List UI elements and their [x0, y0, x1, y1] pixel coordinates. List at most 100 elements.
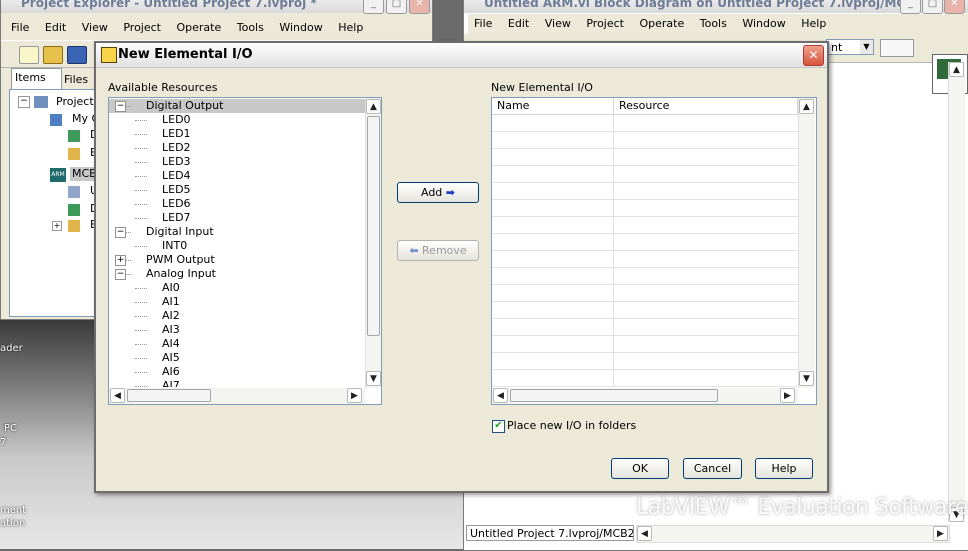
- menu-window[interactable]: Window: [279, 21, 322, 34]
- tree-item[interactable]: LED1: [109, 127, 365, 141]
- collapse-icon[interactable]: −: [115, 269, 126, 280]
- tree-item[interactable]: AI6: [109, 365, 365, 379]
- table-row[interactable]: [492, 353, 798, 370]
- minimize-button[interactable]: _: [900, 0, 921, 14]
- table-row[interactable]: [492, 115, 798, 132]
- remove-button[interactable]: ⬅ Remove: [397, 240, 479, 261]
- scroll-down-icon[interactable]: ▼: [366, 371, 381, 386]
- save-all-icon[interactable]: [67, 46, 87, 64]
- scroll-up-icon[interactable]: ▲: [949, 62, 964, 77]
- tree-item[interactable]: LED0: [109, 113, 365, 127]
- table-cell[interactable]: [492, 115, 614, 131]
- collapse-icon[interactable]: −: [18, 96, 30, 108]
- maximize-button[interactable]: □: [922, 0, 943, 14]
- tree-item[interactable]: LED4: [109, 169, 365, 183]
- table-cell[interactable]: [492, 234, 614, 250]
- table-row[interactable]: [492, 251, 798, 268]
- table-row[interactable]: [492, 149, 798, 166]
- table-row[interactable]: [492, 336, 798, 353]
- minimize-button[interactable]: _: [363, 0, 384, 14]
- tree-category[interactable]: − Digital Input: [109, 225, 365, 239]
- dialog-titlebar[interactable]: New Elemental I/O ✕: [96, 43, 827, 68]
- horizontal-scrollbar[interactable]: ◀ ▶: [492, 388, 798, 404]
- table-row[interactable]: [492, 183, 798, 200]
- tree-category[interactable]: − Digital Output: [109, 99, 365, 113]
- scroll-left-icon[interactable]: ◀: [110, 388, 125, 403]
- close-button[interactable]: ✕: [409, 0, 430, 14]
- table-cell[interactable]: [492, 217, 614, 233]
- tree-item[interactable]: LED3: [109, 155, 365, 169]
- scroll-right-icon[interactable]: ▶: [347, 388, 362, 403]
- place-in-folders-label[interactable]: Place new I/O in folders: [507, 419, 636, 432]
- scroll-down-icon[interactable]: ▼: [799, 371, 814, 386]
- menu-file[interactable]: File: [11, 21, 29, 34]
- table-cell[interactable]: [492, 132, 614, 148]
- align-dropdown[interactable]: [880, 39, 914, 57]
- tab-items[interactable]: Items: [11, 68, 62, 89]
- vertical-scrollbar[interactable]: ▲ ▼: [365, 98, 381, 388]
- table-row[interactable]: [492, 319, 798, 336]
- table-row[interactable]: [492, 166, 798, 183]
- table-row[interactable]: [492, 217, 798, 234]
- tree-item[interactable]: Project:: [56, 95, 97, 109]
- horizontal-scrollbar[interactable]: ◀ ▶: [636, 525, 950, 543]
- table-cell[interactable]: [492, 166, 614, 182]
- table-cell[interactable]: [492, 268, 614, 284]
- scroll-up-icon[interactable]: ▲: [366, 99, 381, 114]
- table-row[interactable]: [492, 302, 798, 319]
- tree-category[interactable]: + PWM Output: [109, 253, 365, 267]
- tree-item[interactable]: AI2: [109, 309, 365, 323]
- table-row[interactable]: [492, 234, 798, 251]
- table-cell[interactable]: [492, 251, 614, 267]
- table-row[interactable]: [492, 132, 798, 149]
- tree-item[interactable]: LED2: [109, 141, 365, 155]
- menu-operate[interactable]: Operate: [639, 17, 684, 30]
- tree-category[interactable]: − Analog Input: [109, 267, 365, 281]
- table-cell[interactable]: [492, 149, 614, 165]
- table-row[interactable]: [492, 370, 798, 387]
- menu-window[interactable]: Window: [742, 17, 785, 30]
- collapse-icon[interactable]: −: [115, 227, 126, 238]
- menu-project[interactable]: Project: [586, 17, 624, 30]
- chevron-down-icon[interactable]: ▼: [860, 40, 873, 54]
- table-row[interactable]: [492, 285, 798, 302]
- tree-item[interactable]: INT0: [109, 239, 365, 253]
- tree-item[interactable]: AI5: [109, 351, 365, 365]
- menu-edit[interactable]: Edit: [508, 17, 529, 30]
- menu-view[interactable]: View: [545, 17, 571, 30]
- menu-tools[interactable]: Tools: [237, 21, 264, 34]
- table-cell[interactable]: [492, 302, 614, 318]
- open-folder-icon[interactable]: [43, 46, 63, 64]
- column-header-resource[interactable]: Resource: [614, 98, 798, 114]
- vertical-scrollbar[interactable]: ▲ ▼: [948, 62, 965, 522]
- table-cell[interactable]: [492, 285, 614, 301]
- available-resources-tree[interactable]: − Digital Output LED0 LED1 LED2 LED3 LED4 LED5 L…: [108, 97, 382, 405]
- table-cell[interactable]: [492, 336, 614, 352]
- tree-item[interactable]: AI0: [109, 281, 365, 295]
- tree-item[interactable]: LED6: [109, 197, 365, 211]
- table-cell[interactable]: [492, 353, 614, 369]
- tree-item[interactable]: LED7: [109, 211, 365, 225]
- scroll-right-icon[interactable]: ▶: [933, 526, 948, 541]
- menu-help[interactable]: Help: [338, 21, 363, 34]
- collapse-icon[interactable]: −: [115, 101, 126, 112]
- menu-operate[interactable]: Operate: [176, 21, 221, 34]
- scroll-thumb[interactable]: [510, 389, 718, 402]
- table-row[interactable]: [492, 200, 798, 217]
- cancel-button[interactable]: Cancel: [683, 458, 742, 479]
- vertical-scrollbar[interactable]: ▲ ▼: [798, 98, 815, 388]
- tree-item[interactable]: AI4: [109, 337, 365, 351]
- table-row[interactable]: [492, 268, 798, 285]
- scroll-thumb[interactable]: [127, 389, 211, 402]
- place-in-folders-checkbox[interactable]: ✔: [492, 420, 505, 433]
- horizontal-scrollbar[interactable]: ◀ ▶: [109, 388, 365, 404]
- menu-edit[interactable]: Edit: [45, 21, 66, 34]
- tree-item[interactable]: AI1: [109, 295, 365, 309]
- scroll-left-icon[interactable]: ◀: [637, 526, 652, 541]
- close-button[interactable]: ✕: [944, 0, 965, 14]
- scroll-left-icon[interactable]: ◀: [493, 388, 508, 403]
- menu-view[interactable]: View: [82, 21, 108, 34]
- tree-item[interactable]: AI7: [109, 379, 365, 387]
- menu-file[interactable]: File: [474, 17, 492, 30]
- ok-button[interactable]: OK: [611, 458, 669, 479]
